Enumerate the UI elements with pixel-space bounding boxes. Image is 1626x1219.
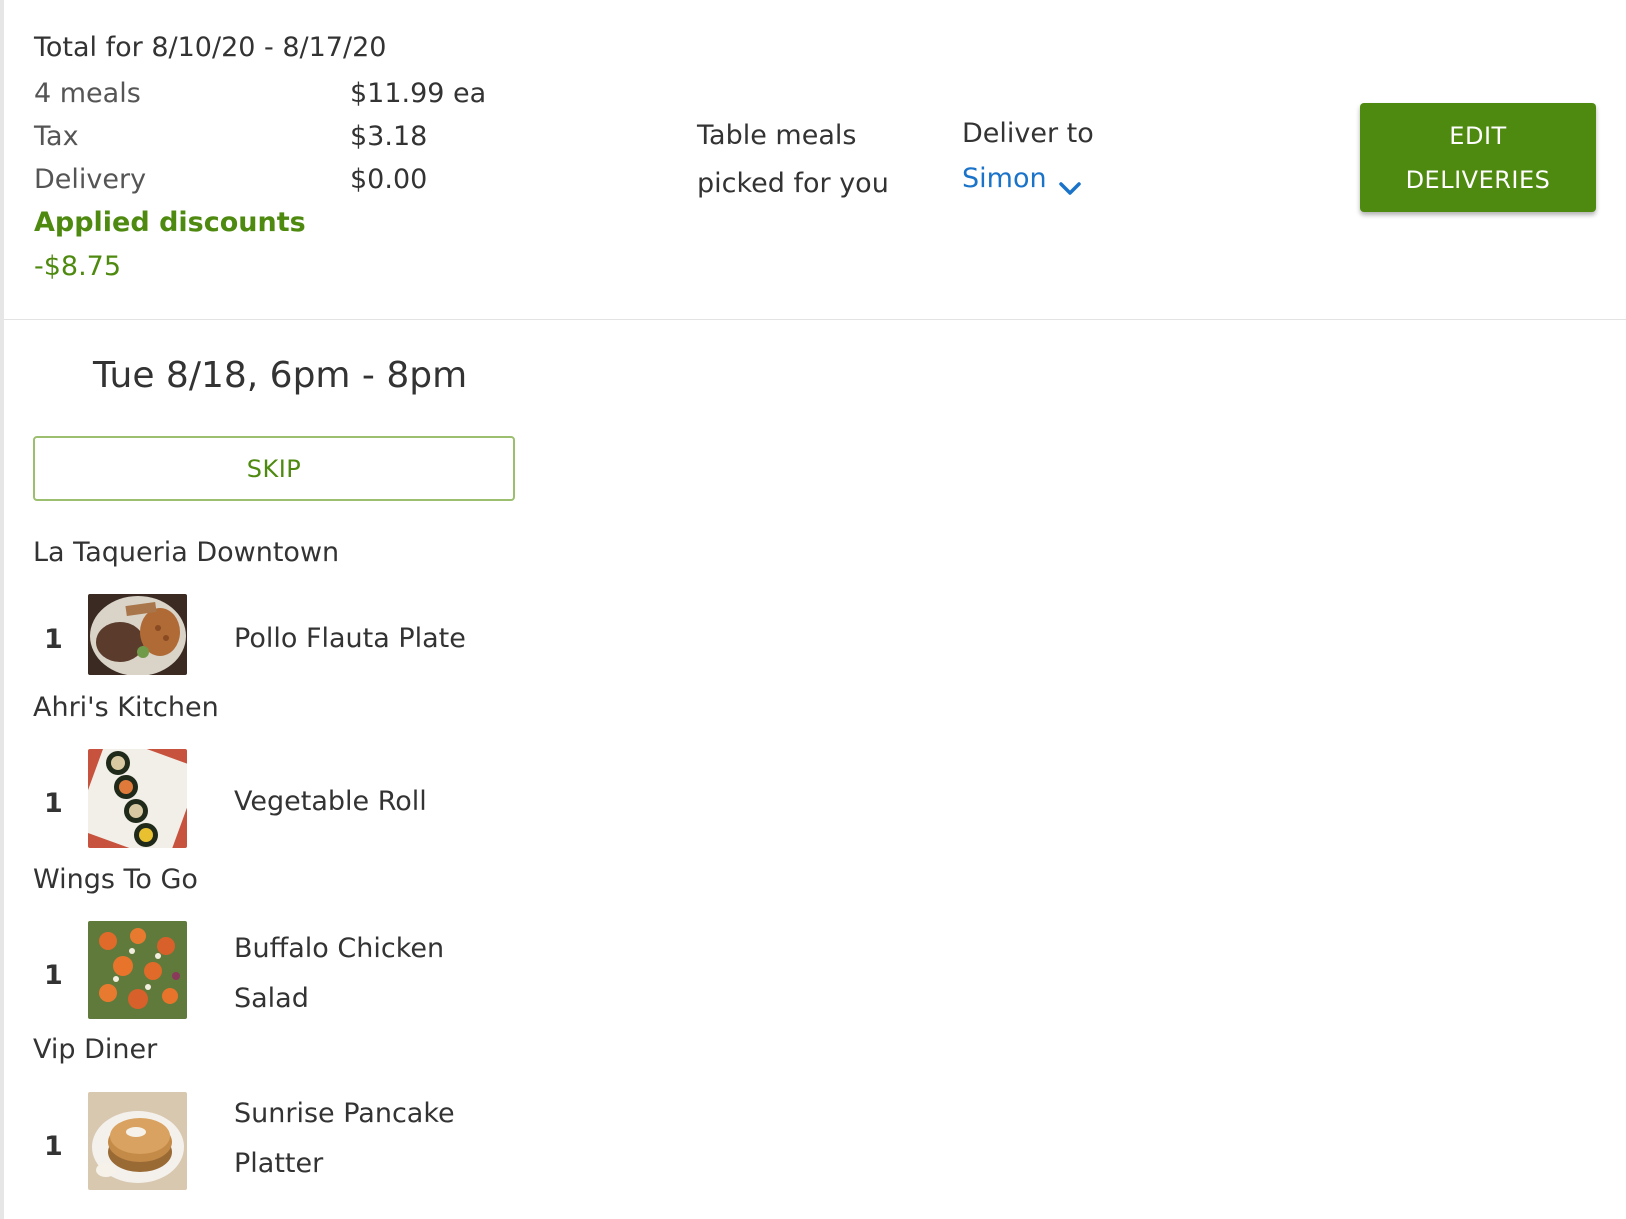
meals-count-label: 4 meals — [34, 78, 141, 109]
delivery-fee-value: $0.00 — [350, 164, 428, 195]
delivery-fee-label: Delivery — [34, 164, 147, 195]
skip-label: SKIP — [246, 454, 302, 483]
restaurant-name: Wings To Go — [33, 864, 198, 895]
applied-discounts-title: Applied discounts — [34, 207, 306, 238]
item-quantity: 1 — [44, 788, 63, 819]
item-quantity: 1 — [44, 624, 63, 655]
item-name: Vegetable Roll — [234, 786, 427, 817]
skip-button[interactable]: SKIP — [33, 436, 515, 501]
restaurant-name: Vip Diner — [33, 1034, 158, 1065]
edit-deliveries-label: EDIT DELIVERIES — [1405, 121, 1551, 194]
deliver-to-dropdown[interactable]: Simon — [962, 163, 1081, 195]
plan-description: Table meals picked for you — [697, 120, 889, 199]
vegetable-roll-photo — [88, 749, 187, 848]
tax-label: Tax — [34, 121, 79, 152]
deliver-to-label: Deliver to — [962, 118, 1094, 149]
restaurant-name: Ahri's Kitchen — [33, 692, 219, 723]
flauta-plate-photo — [88, 594, 187, 675]
delivery-date: Tue 8/18, 6pm - 8pm — [93, 355, 468, 396]
order-summary: Total for 8/10/20 - 8/17/20 4 meals $11.… — [4, 0, 1626, 320]
tax-value: $3.18 — [350, 121, 428, 152]
deliver-to-value: Simon — [962, 163, 1047, 194]
pancake-platter-photo — [88, 1092, 187, 1190]
item-name: Pollo Flauta Plate — [234, 623, 466, 654]
applied-discounts-value: -$8.75 — [34, 251, 122, 282]
buffalo-salad-photo — [88, 921, 187, 1019]
meal-price-value: $11.99 ea — [350, 78, 487, 109]
chevron-down-icon — [1058, 172, 1081, 195]
item-quantity: 1 — [44, 960, 63, 991]
item-name: Buffalo Chicken Salad — [234, 933, 445, 1014]
item-quantity: 1 — [44, 1131, 63, 1162]
summary-title: Total for 8/10/20 - 8/17/20 — [34, 32, 387, 63]
restaurant-name: La Taqueria Downtown — [33, 537, 340, 568]
item-name: Sunrise Pancake Platter — [234, 1098, 455, 1179]
edit-deliveries-button[interactable]: EDIT DELIVERIES — [1360, 103, 1596, 212]
